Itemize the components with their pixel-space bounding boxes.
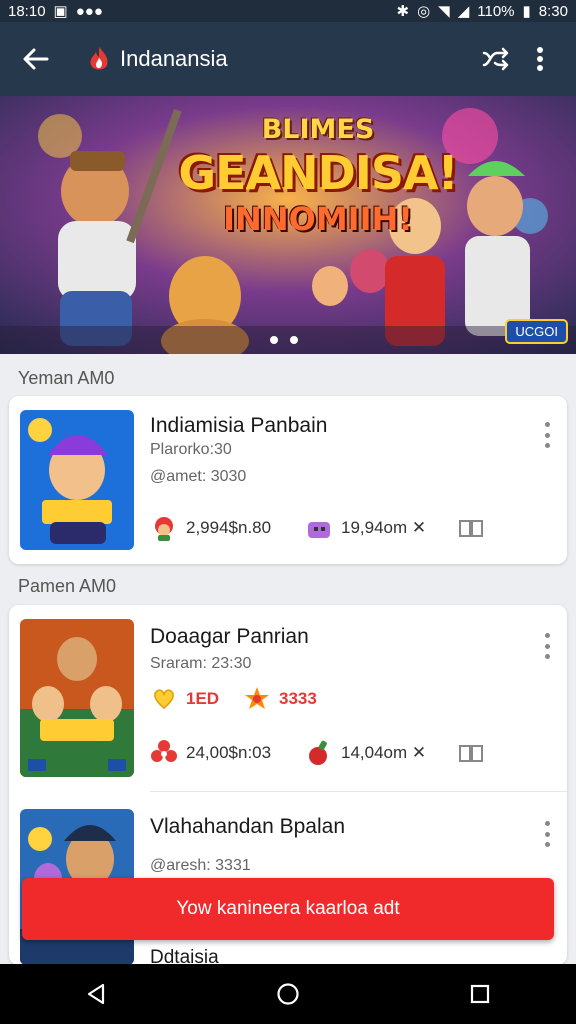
item-more-button[interactable] — [541, 422, 553, 448]
system-navigation-bar — [0, 964, 576, 1024]
cta-button[interactable]: Yow kanineera kaarloa adt — [22, 878, 554, 940]
wifi-icon: ◥ — [438, 3, 450, 20]
hero-headline-main: GEANDISA! — [178, 146, 458, 200]
badge-rating: 1ED — [150, 685, 219, 713]
back-button[interactable] — [14, 37, 58, 81]
arrow-left-icon — [23, 48, 49, 70]
stat-value: 14,04om ✕ — [341, 743, 427, 762]
item-title: Vlahahandan Bpalan — [150, 815, 346, 838]
divider — [150, 791, 567, 792]
stat-players: 24,00$n:03 — [150, 739, 271, 767]
section-header: Yeman AM0 — [18, 368, 115, 388]
character-icon — [150, 514, 178, 542]
chat-icon: ●●● — [75, 2, 103, 20]
status-bar: 18:10 ▣ ●●● ✱ ◎ ◥ ◢ 110% ▮ 8:30 — [0, 0, 576, 22]
item-subtitle: Plarorko:30 — [150, 441, 232, 458]
flower-icon — [150, 739, 178, 767]
shuffle-icon — [482, 47, 509, 71]
badge-text: 1ED — [186, 689, 220, 708]
nav-back-button[interactable] — [66, 964, 126, 1024]
item-meta: @amet: 3030 — [150, 468, 247, 485]
carousel-dot[interactable] — [290, 336, 298, 344]
status-clock: 8:30 — [538, 2, 568, 20]
game-thumbnail — [20, 619, 134, 777]
item-title: Indiamisia Panbain — [150, 414, 328, 437]
bluetooth-icon: ✱ — [396, 3, 410, 20]
square-recents-icon — [470, 984, 490, 1004]
shuffle-button[interactable] — [474, 37, 518, 81]
stat-downloads: 19,94om ✕ — [305, 514, 426, 542]
nav-home-button[interactable] — [258, 964, 318, 1024]
hero-headline-sub: INNOMIIH! — [223, 200, 413, 238]
app-title: Indanansia — [120, 46, 228, 71]
stat-value: 2,994$n.80 — [186, 518, 272, 537]
app-logo-icon — [86, 46, 112, 72]
triangle-back-icon — [87, 983, 105, 1005]
more-vertical-icon — [537, 47, 543, 71]
status-time: 18:10 — [8, 2, 46, 20]
stat-players: 2,994$n.80 — [150, 514, 271, 542]
carousel-indicator[interactable] — [270, 336, 298, 344]
item-meta: @aresh: 3331 — [150, 857, 251, 874]
stat-value: 19,94om ✕ — [341, 518, 427, 537]
overflow-menu-button[interactable] — [518, 37, 562, 81]
item-title: Doaagar Panrian — [150, 625, 309, 648]
hero-badge: UCGOI — [505, 319, 568, 344]
app-bar: Indanansia — [0, 22, 576, 96]
book-icon — [457, 514, 485, 542]
carousel-dot[interactable] — [270, 336, 278, 344]
heart-icon — [150, 685, 178, 713]
badge-score: 3333 — [243, 685, 317, 713]
burst-icon — [243, 685, 271, 713]
book-button[interactable] — [457, 739, 485, 767]
treasure-icon — [305, 514, 333, 542]
hero-banner[interactable]: BLIMES GEANDISA! INNOMIIH! UCGOI — [0, 96, 576, 354]
stat-value: 24,00$n:03 — [186, 743, 272, 762]
battery-icon: ▮ — [522, 3, 531, 20]
book-icon — [457, 739, 485, 767]
book-button[interactable] — [457, 514, 485, 542]
battery-text: 110% — [477, 2, 515, 20]
item-subtitle: Sraram: 23:30 — [150, 655, 252, 672]
section-header: Pamen AM0 — [18, 576, 117, 596]
list-item[interactable]: Indiamisia Panbain Plarorko:30 @amet: 30… — [9, 396, 567, 564]
badge-text: 3333 — [279, 689, 317, 708]
potion-icon — [305, 739, 333, 767]
notification-icon: ▣ — [53, 3, 68, 20]
nav-recents-button[interactable] — [450, 964, 510, 1024]
hero-headline-top: BLIMES — [261, 114, 375, 145]
vibrate-icon: ◎ — [417, 3, 431, 20]
game-thumbnail — [20, 410, 134, 550]
circle-home-icon — [277, 983, 299, 1005]
item-more-button[interactable] — [541, 821, 553, 847]
signal-icon: ◢ — [457, 3, 470, 20]
stat-downloads: 14,04om ✕ — [305, 739, 426, 767]
item-more-button[interactable] — [541, 633, 553, 659]
